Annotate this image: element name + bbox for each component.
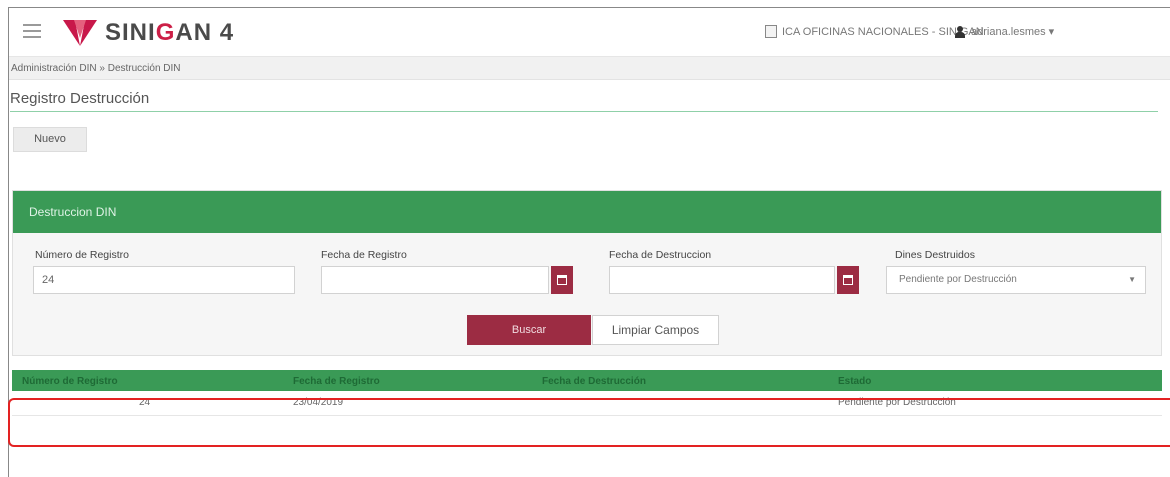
table-row[interactable]: 24 23/04/2019 Pendiente por Destrucción <box>12 391 1162 416</box>
column-header[interactable]: Fecha de Registro <box>277 370 542 391</box>
fecha-destruccion-input[interactable] <box>609 266 835 294</box>
column-header[interactable]: Número de Registro <box>12 370 277 391</box>
fecha-destruccion-label: Fecha de Destruccion <box>609 249 712 261</box>
chevron-down-icon: ▼ <box>1128 275 1136 284</box>
new-button[interactable]: Nuevo <box>13 127 87 152</box>
dines-select[interactable]: Pendiente por Destrucción ▼ <box>886 266 1146 294</box>
column-header[interactable]: Fecha de Destrucción <box>542 370 832 391</box>
column-header[interactable]: Estado <box>832 370 1162 391</box>
breadcrumb-current: Destrucción DIN <box>107 63 181 74</box>
dines-selected-value: Pendiente por Destrucción <box>899 274 1017 285</box>
registro-input[interactable]: 24 <box>33 266 295 294</box>
title-divider <box>10 111 1158 112</box>
calendar-icon <box>843 275 853 285</box>
fecha-destruccion-calendar-button[interactable] <box>837 266 859 294</box>
building-icon <box>765 25 777 38</box>
breadcrumb: Administración DIN » Destrucción DIN <box>9 57 1170 80</box>
brand-highlight: G <box>155 19 176 46</box>
registro-label: Número de Registro <box>35 249 129 261</box>
results-table: Número de Registro Fecha de Registro Fec… <box>12 370 1162 416</box>
user-menu[interactable]: adriana.lesmes ▾ <box>955 25 1054 38</box>
fecha-registro-input[interactable] <box>321 266 549 294</box>
menu-icon[interactable] <box>23 24 41 38</box>
breadcrumb-separator: » <box>99 63 105 74</box>
user-icon <box>955 25 965 38</box>
breadcrumb-parent[interactable]: Administración DIN <box>11 63 97 74</box>
organization-name: ICA OFICINAS NACIONALES - SINIGAN <box>782 25 984 38</box>
filter-panel: Destruccion DIN Número de Registro 24 Fe… <box>12 190 1162 356</box>
calendar-icon <box>557 275 567 285</box>
cell-estado: Pendiente por Destrucción <box>838 397 956 408</box>
dines-label: Dines Destruidos <box>895 249 975 261</box>
app-brand[interactable]: SINIGAN 4 <box>105 19 234 47</box>
user-name: adriana.lesmes ▾ <box>971 26 1055 38</box>
table-header: Número de Registro Fecha de Registro Fec… <box>12 370 1162 391</box>
organization-indicator: ICA OFICINAS NACIONALES - SINIGAN <box>765 25 984 38</box>
cell-registro: 24 <box>138 397 151 408</box>
fecha-registro-label: Fecha de Registro <box>321 249 407 261</box>
search-button[interactable]: Buscar <box>467 315 591 345</box>
brand-prefix: SINI <box>105 19 156 46</box>
filter-panel-title: Destruccion DIN <box>13 191 1161 233</box>
fecha-registro-calendar-button[interactable] <box>551 266 573 294</box>
clear-fields-button[interactable]: Limpiar Campos <box>592 315 719 345</box>
cell-fecha-registro: 23/04/2019 <box>293 397 344 408</box>
page-title: Registro Destrucción <box>10 90 150 107</box>
top-bar: SINIGAN 4 ICA OFICINAS NACIONALES - SINI… <box>9 8 1170 57</box>
brand-suffix: AN 4 <box>175 19 235 46</box>
sinigan-logo-icon <box>63 20 97 46</box>
cell-fecha-destruccion <box>542 391 832 415</box>
